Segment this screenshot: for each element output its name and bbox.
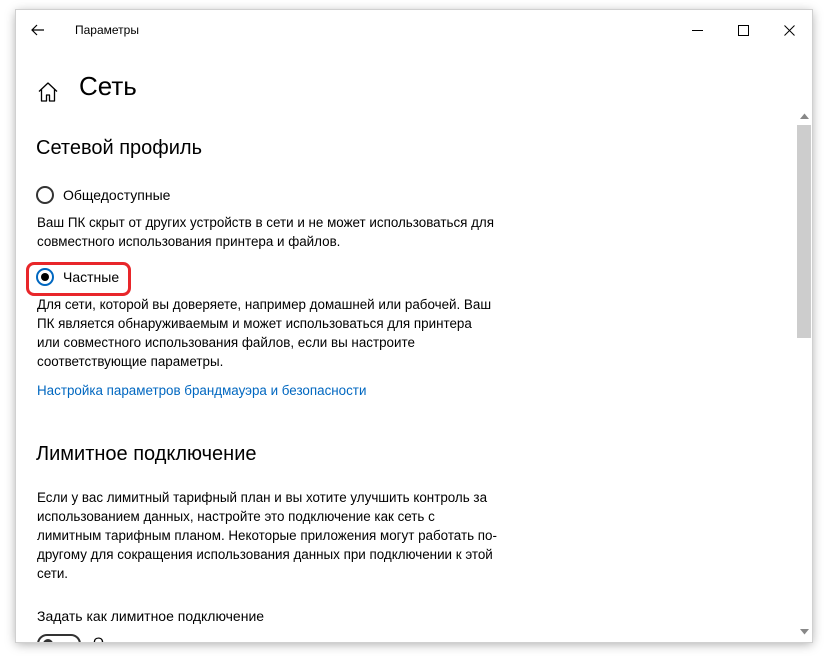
- network-profile-heading: Сетевой профиль: [36, 137, 203, 159]
- radio-public[interactable]: Общедоступные: [36, 186, 170, 204]
- firewall-settings-link[interactable]: Настройка параметров брандмауэра и безоп…: [37, 383, 366, 398]
- radio-public-indicator[interactable]: [36, 186, 54, 204]
- close-button[interactable]: [766, 10, 812, 50]
- metered-connection-heading: Лимитное подключение: [36, 443, 257, 465]
- highlight-box: [26, 262, 131, 296]
- scroll-down-button[interactable]: [796, 624, 812, 640]
- close-icon: [783, 24, 795, 36]
- scroll-thumb[interactable]: [797, 125, 811, 338]
- chevron-down-icon: [799, 629, 809, 635]
- arrow-left-icon: [31, 24, 44, 36]
- home-icon: [38, 82, 58, 102]
- home-button[interactable]: [36, 72, 60, 112]
- settings-window: Параметры Сеть Сетевой профиль Общедосту…: [16, 10, 812, 642]
- metered-toggle-state: О: [93, 634, 104, 642]
- metered-toggle[interactable]: [37, 634, 81, 642]
- chevron-up-icon: [799, 113, 809, 119]
- metered-description: Если у вас лимитный тарифный план и вы х…: [37, 490, 497, 581]
- maximize-icon: [737, 24, 749, 36]
- minimize-button[interactable]: [674, 10, 720, 50]
- back-button[interactable]: [24, 16, 52, 44]
- page-title: Сеть: [79, 71, 137, 101]
- minimize-icon: [691, 29, 703, 31]
- scrollbar[interactable]: [796, 106, 812, 642]
- public-description: Ваш ПК скрыт от других устройств в сети …: [37, 215, 494, 249]
- radio-public-label: Общедоступные: [63, 187, 171, 203]
- maximize-button[interactable]: [720, 10, 766, 50]
- window-title: Параметры: [75, 23, 139, 37]
- private-description: Для сети, которой вы доверяете, например…: [37, 297, 492, 369]
- scroll-up-button[interactable]: [796, 108, 812, 124]
- title-bar: Параметры: [16, 10, 812, 50]
- metered-toggle-caption: Задать как лимитное подключение: [37, 608, 265, 624]
